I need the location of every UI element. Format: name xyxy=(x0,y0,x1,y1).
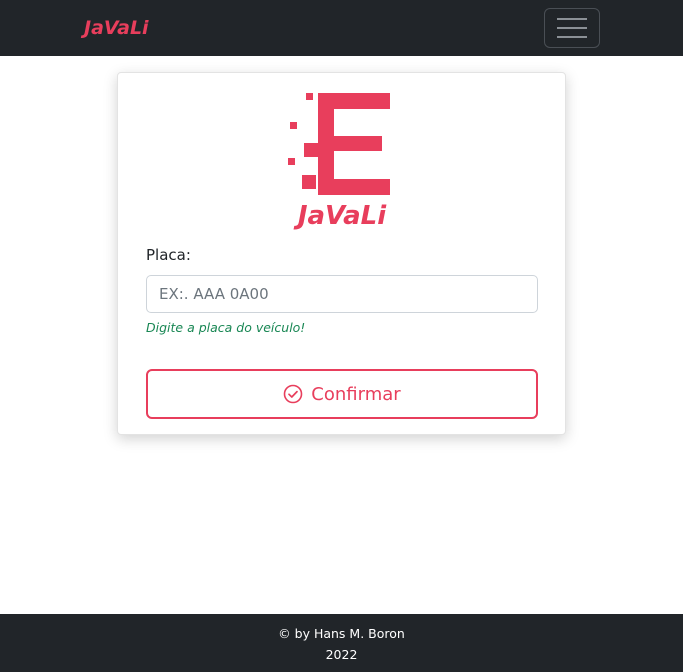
footer-copyright: © by Hans M. Boron xyxy=(278,626,405,641)
plate-help-text: Digite a placa do veículo! xyxy=(146,320,306,335)
javali-logo: JaVaLi xyxy=(286,91,398,233)
navbar-toggler-button[interactable] xyxy=(544,8,600,48)
plate-label: Placa: xyxy=(146,246,191,264)
hamburger-menu-icon xyxy=(557,18,587,38)
footer-year: 2022 xyxy=(325,647,358,662)
footer: © by Hans M. Boron 2022 xyxy=(0,614,683,672)
logo-wordmark: JaVaLi xyxy=(297,201,387,231)
plate-input[interactable] xyxy=(146,275,538,313)
logo-e-mark-icon xyxy=(288,93,390,195)
check-circle-icon xyxy=(283,384,303,404)
confirm-button-label: Confirmar xyxy=(311,383,401,405)
plate-form-card: JaVaLi Placa: Digite a placa do veículo!… xyxy=(117,72,566,435)
navbar: JaVaLi xyxy=(0,0,683,56)
navbar-brand[interactable]: JaVaLi xyxy=(84,16,149,40)
confirm-button[interactable]: Confirmar xyxy=(146,369,538,419)
